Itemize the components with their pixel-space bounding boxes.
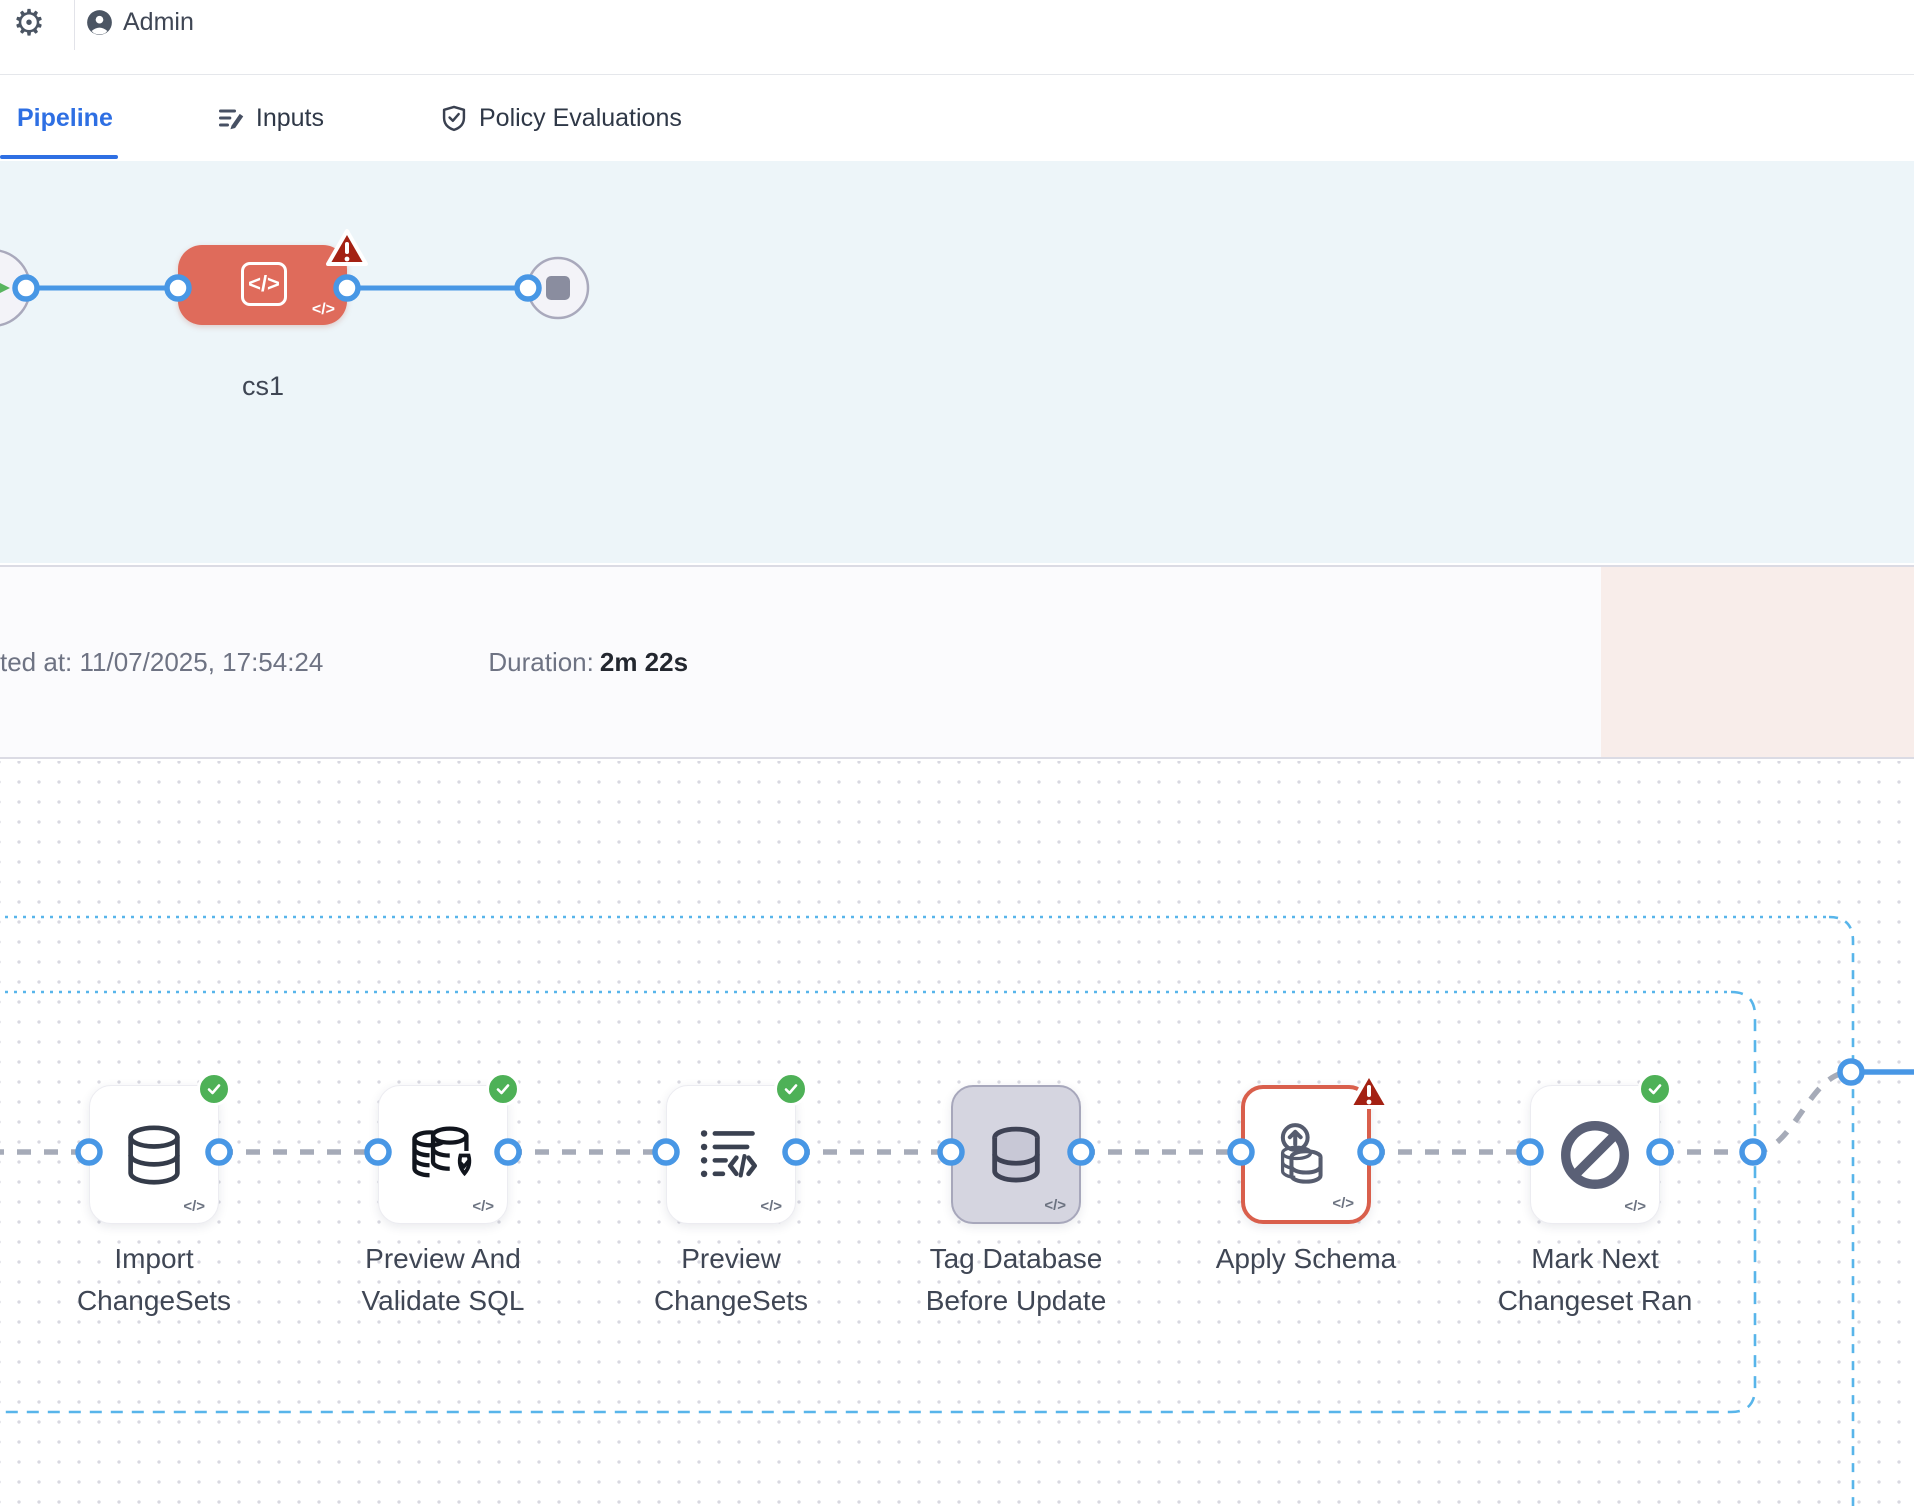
pipeline-node-cs1[interactable]: </> </> (178, 245, 347, 325)
side-panel-background (1601, 567, 1914, 757)
user-menu[interactable]: Admin (86, 2, 194, 42)
tab-pipeline[interactable]: Pipeline (17, 104, 113, 133)
node-card[interactable]: </> (89, 1085, 219, 1224)
code-icon: </> (1332, 1195, 1354, 1212)
node-label: Preview And Validate SQL (328, 1238, 558, 1322)
workflow-node-tag-database: </> Tag Database Before Update (901, 1085, 1131, 1322)
database-icon (984, 1123, 1048, 1187)
top-bar: ⚙ Admin (0, 0, 1914, 74)
workflow-node-preview-changesets: </> Preview ChangeSets (616, 1085, 846, 1322)
node-label: Mark Next Changeset Ran (1480, 1238, 1710, 1322)
pipeline-canvas[interactable]: </> </> cs1 (0, 161, 1914, 563)
app-root: ⚙ Admin Pipeline Inputs (0, 0, 1914, 1506)
pipeline-node-label: cs1 (178, 371, 348, 402)
duration-label: Duration: (488, 647, 594, 677)
tab-policy-evaluations[interactable]: Policy Evaluations (440, 104, 682, 133)
ban-icon (1556, 1116, 1634, 1194)
list-code-icon (696, 1124, 766, 1186)
code-icon: </> (760, 1198, 782, 1215)
workflow-node-import-changesets: </> Import ChangeSets (39, 1085, 269, 1322)
tab-pipeline-label: Pipeline (17, 104, 113, 133)
node-label: Apply Schema (1191, 1238, 1421, 1280)
tab-inputs-label: Inputs (256, 104, 324, 133)
error-badge-icon (325, 228, 369, 268)
code-icon: </> (472, 1198, 494, 1215)
code-icon: </> (1044, 1197, 1066, 1214)
node-card[interactable]: </> (1241, 1085, 1371, 1224)
edit-lines-icon (217, 104, 245, 132)
success-badge-icon (1638, 1072, 1672, 1106)
outer-container-right (1829, 917, 1853, 1506)
tab-policy-evaluations-label: Policy Evaluations (479, 104, 682, 133)
error-badge-icon (1347, 1071, 1391, 1111)
started-at-text: ted at: 11/07/2025, 17:54:24 (0, 647, 323, 678)
code-icon: </> (312, 301, 335, 319)
pipeline-edges-layer (0, 161, 1914, 563)
success-badge-icon (486, 1072, 520, 1106)
code-block-icon: </> (241, 262, 287, 306)
node-card[interactable]: </> (666, 1085, 796, 1224)
tab-inputs[interactable]: Inputs (217, 104, 324, 133)
database-check-icon (408, 1122, 478, 1188)
settings-gear-icon[interactable]: ⚙ (11, 3, 47, 43)
workflow-node-mark-next-changeset: </> Mark Next Changeset Ran (1480, 1085, 1710, 1322)
node-label: Tag Database Before Update (901, 1238, 1131, 1322)
run-status-bar: ted at: 11/07/2025, 17:54:24 Duration:2m… (0, 565, 1914, 759)
workflow-node-preview-validate-sql: </> Preview And Validate SQL (328, 1085, 558, 1322)
stop-icon (546, 276, 570, 300)
code-icon: </> (1624, 1198, 1646, 1215)
play-icon (0, 276, 10, 300)
workflow-node-apply-schema: </> Apply Schema (1191, 1085, 1421, 1280)
end-node-circle[interactable] (528, 258, 588, 318)
node-card[interactable]: </> (378, 1085, 508, 1224)
node-label: Preview ChangeSets (616, 1238, 846, 1322)
active-tab-underline (0, 155, 118, 159)
code-icon: </> (183, 1198, 205, 1215)
node-label: Import ChangeSets (39, 1238, 269, 1322)
topbar-divider (74, 0, 75, 50)
person-circle-icon (86, 9, 113, 36)
start-node-circle[interactable] (0, 250, 30, 326)
user-label: Admin (123, 8, 194, 37)
node-card[interactable]: </> (951, 1085, 1081, 1224)
duration-text: Duration:2m 22s (488, 647, 688, 678)
duration-value: 2m 22s (600, 647, 688, 677)
workflow-canvas[interactable]: </> Import ChangeSets (0, 761, 1914, 1506)
database-upload-icon (1271, 1120, 1341, 1190)
shield-check-icon (440, 104, 468, 132)
success-badge-icon (197, 1072, 231, 1106)
database-icon (121, 1122, 187, 1188)
node-card[interactable]: </> (1530, 1085, 1660, 1224)
success-badge-icon (774, 1072, 808, 1106)
tab-bar: Pipeline Inputs Policy Evaluations (0, 75, 1914, 161)
